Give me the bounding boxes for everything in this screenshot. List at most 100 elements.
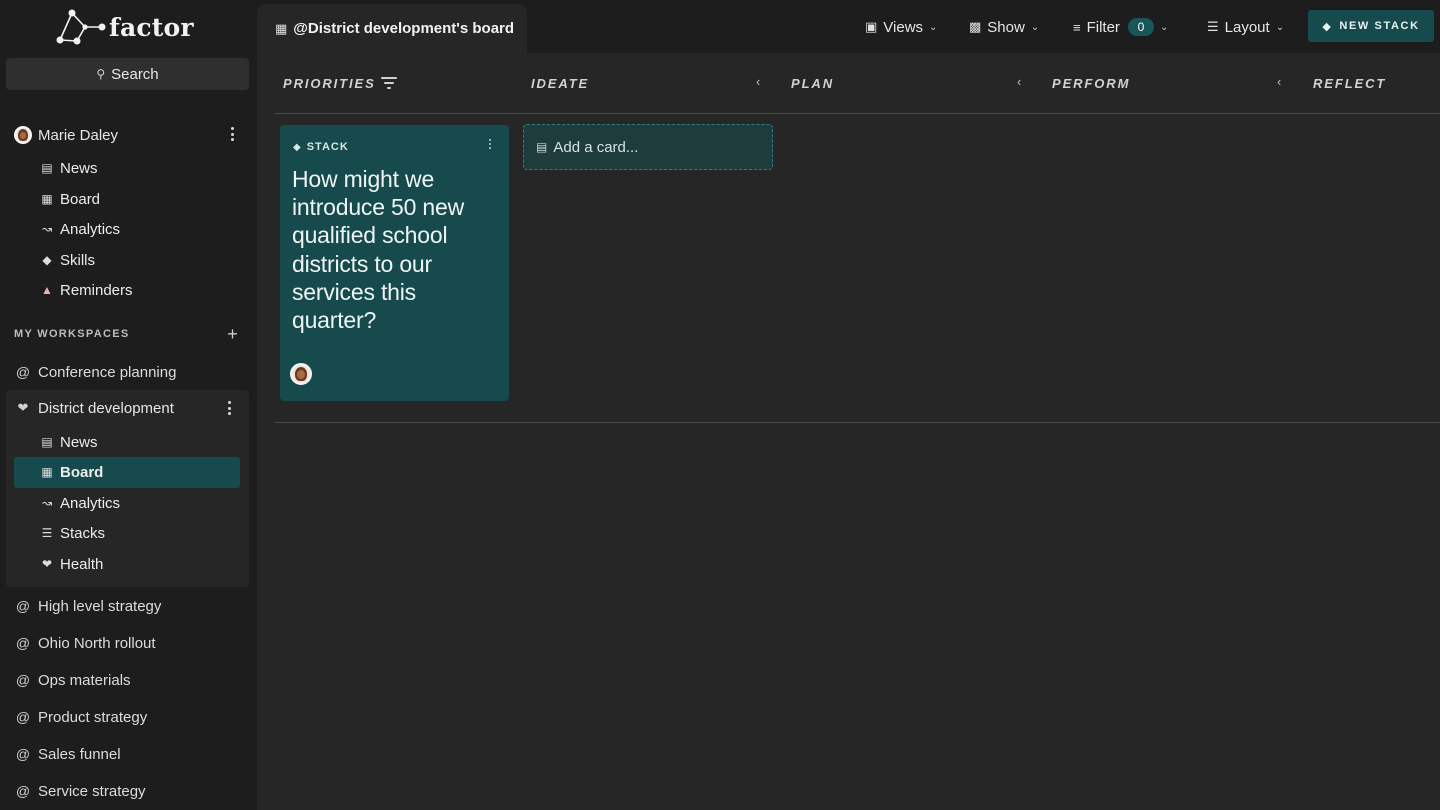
workspace-item[interactable]: @ Conference planning: [14, 360, 177, 384]
sidebar-item-label: Stacks: [60, 524, 106, 542]
bell-icon: ▲: [41, 283, 53, 297]
tab-title: @District development's board: [293, 20, 515, 37]
health-icon: ❤: [17, 400, 29, 415]
avatar: [14, 126, 32, 144]
stack-card[interactable]: ◆ STACK How might we introduce 50 new qu…: [280, 125, 509, 401]
user-more-icon[interactable]: [230, 127, 234, 141]
workspace-item[interactable]: @ High level strategy: [14, 594, 162, 618]
workspace-item[interactable]: @ Service strategy: [14, 779, 146, 803]
workspace-label: Service strategy: [38, 782, 146, 800]
sidebar-item-label: Reminders: [60, 281, 133, 299]
sidebar-item-label: Analytics: [60, 494, 121, 512]
user-name: Marie Daley: [38, 126, 119, 144]
sidebar-item-label: Board: [60, 463, 104, 481]
layout-icon: ☰: [1207, 19, 1219, 34]
workspaces-header-label: MY WORKSPACES: [14, 328, 130, 340]
workspace-label: Product strategy: [38, 708, 148, 726]
workspace-more-icon[interactable]: [227, 401, 231, 415]
show-icon: ▩: [969, 19, 982, 34]
add-card-icon: ▤: [536, 140, 548, 154]
stacks-icon: ☰: [41, 526, 53, 540]
sidebar-item-label: Skills: [60, 251, 96, 269]
views-button[interactable]: ▣ Views ⌄: [865, 15, 937, 39]
search-label: Search: [111, 65, 159, 83]
workspace-label: Conference planning: [38, 363, 177, 381]
workspace-nav-health[interactable]: ❤ Health: [40, 552, 103, 576]
show-button[interactable]: ▩ Show ⌄: [969, 15, 1039, 39]
layout-button[interactable]: ☰ Layout ⌄: [1207, 15, 1284, 39]
skills-icon: ◆: [42, 253, 52, 267]
column-header-priorities: PRIORITIES: [283, 76, 376, 91]
column-header-ideate: IDEATE: [531, 76, 590, 91]
logo-text: factor: [109, 12, 194, 42]
workspace-item[interactable]: @ Ohio North rollout: [14, 631, 156, 655]
sidebar-item-news[interactable]: ▤ News: [40, 156, 97, 180]
workspace-nav-stacks[interactable]: ☰ Stacks: [40, 521, 105, 545]
at-icon: @: [15, 783, 31, 799]
card-type: ◆ STACK: [293, 141, 349, 153]
add-card-label: Add a card...: [553, 138, 639, 156]
app-root: factor ⚲ Search Marie Daley ▤ News ▦ Boa…: [0, 0, 1440, 810]
chevron-left-icon[interactable]: ‹: [1277, 74, 1281, 89]
analytics-icon: ↝: [41, 496, 53, 510]
logo[interactable]: factor: [55, 6, 205, 48]
workspace-item[interactable]: @ Product strategy: [14, 705, 147, 729]
workspace-item[interactable]: @ Sales funnel: [14, 742, 121, 766]
card-more-icon[interactable]: [488, 139, 492, 149]
workspace-active-title[interactable]: ❤ District development: [14, 396, 174, 420]
sidebar-item-board[interactable]: ▦ Board: [40, 187, 100, 211]
search-button[interactable]: ⚲ Search: [6, 58, 249, 90]
search-icon: ⚲: [96, 67, 106, 81]
chevron-left-icon[interactable]: ‹: [756, 74, 760, 89]
workspace-nav-board[interactable]: ▦ Board: [40, 460, 103, 484]
chevron-down-icon: ⌄: [1030, 21, 1040, 33]
sidebar-item-label: Health: [60, 555, 104, 573]
sidebar-item-label: Analytics: [60, 220, 121, 238]
workspace-label: Ops materials: [38, 671, 131, 689]
news-icon: ▤: [41, 161, 53, 175]
at-icon: @: [15, 672, 31, 688]
stacks-icon: ◆: [1322, 20, 1333, 33]
board-icon: ▦: [41, 192, 53, 206]
workspace-label: Sales funnel: [38, 745, 121, 763]
workspace-nav-analytics[interactable]: ↝ Analytics: [40, 491, 120, 515]
row-divider: [275, 422, 1440, 423]
factor-logo-icon: [56, 9, 106, 45]
top-bar: ▦ @District development's board ▣ Views …: [257, 0, 1440, 53]
at-icon: @: [15, 635, 31, 651]
card-assignee-avatar[interactable]: [290, 363, 312, 385]
column-header-reflect: REFLECT: [1313, 76, 1387, 91]
sidebar-item-label: News: [60, 433, 98, 451]
sidebar: factor ⚲ Search Marie Daley ▤ News ▦ Boa…: [0, 0, 257, 810]
chevron-down-icon: ⌄: [929, 21, 938, 33]
chevron-down-icon: ⌄: [1275, 21, 1285, 33]
sort-icon[interactable]: [381, 77, 397, 89]
workspace-label: District development: [38, 399, 174, 417]
show-label: Show: [987, 18, 1025, 36]
workspaces-header: MY WORKSPACES +: [14, 324, 239, 344]
sidebar-item-analytics[interactable]: ↝ Analytics: [40, 217, 120, 241]
sidebar-item-skills[interactable]: ◆ Skills: [40, 248, 95, 272]
sidebar-item-reminders[interactable]: ▲ Reminders: [40, 278, 133, 302]
new-stack-label: NEW STACK: [1339, 20, 1420, 32]
filter-icon: ≡: [1073, 19, 1081, 35]
workspace-item[interactable]: @ Ops materials: [14, 668, 131, 692]
filter-button[interactable]: ≡ Filter 0 ⌄: [1073, 15, 1168, 39]
health-icon: ❤: [41, 557, 53, 571]
add-card-button[interactable]: ▤ Add a card...: [523, 124, 773, 170]
views-icon: ▣: [865, 19, 878, 34]
header-divider: [275, 113, 1440, 114]
sidebar-item-label: Board: [60, 190, 101, 208]
user-menu[interactable]: Marie Daley: [14, 122, 244, 148]
add-workspace-icon[interactable]: +: [227, 324, 239, 345]
workspace-label: High level strategy: [38, 597, 162, 615]
workspace-nav-news[interactable]: ▤ News: [40, 430, 98, 454]
chevron-left-icon[interactable]: ‹: [1017, 74, 1021, 89]
at-icon: @: [15, 709, 31, 725]
column-header-perform: PERFORM: [1052, 76, 1131, 91]
new-stack-button[interactable]: ◆ NEW STACK: [1308, 10, 1434, 42]
tab-board[interactable]: ▦ @District development's board: [257, 4, 527, 53]
analytics-icon: ↝: [41, 222, 53, 236]
layout-label: Layout: [1224, 18, 1270, 36]
views-label: Views: [883, 18, 924, 36]
